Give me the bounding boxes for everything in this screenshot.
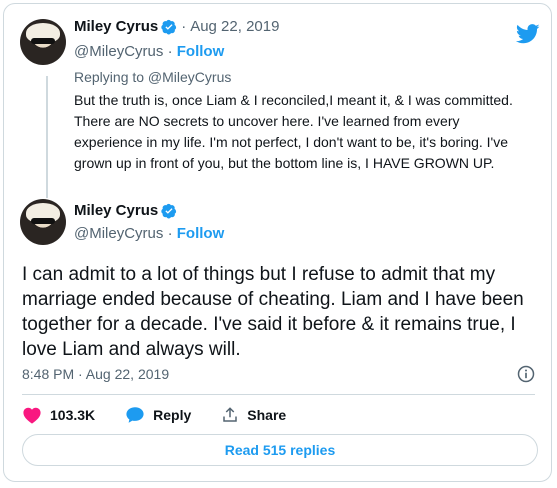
thread-connector-line (46, 76, 48, 198)
verified-badge-icon (161, 19, 177, 34)
share-icon (223, 407, 238, 422)
info-icon[interactable] (516, 364, 536, 384)
twitter-bird-icon[interactable] (516, 24, 540, 44)
parent-handle-row: @MileyCyrus · Follow (74, 43, 225, 60)
author-name[interactable]: Miley Cyrus (74, 18, 158, 35)
main-tweet-text: I can admit to a lot of things but I ref… (22, 264, 524, 360)
reply-button[interactable]: Reply (125, 406, 191, 424)
divider (22, 394, 535, 395)
follow-button[interactable]: Follow (177, 43, 225, 60)
author-handle[interactable]: @MileyCyrus (74, 43, 163, 60)
heart-icon (23, 407, 41, 424)
like-count: 103.3K (50, 407, 96, 423)
parent-author-row: Miley Cyrus · Aug 22, 2019 (74, 18, 280, 35)
replying-to-label: Replying to @MileyCyrus (74, 69, 232, 85)
author-handle[interactable]: @MileyCyrus (74, 225, 163, 242)
author-name[interactable]: Miley Cyrus (74, 202, 158, 219)
reply-label: Reply (153, 407, 192, 423)
action-bar: 103.3K Reply Share (22, 404, 316, 426)
read-replies-button[interactable]: Read 515 replies (22, 434, 538, 466)
tweet-timestamp[interactable]: 8:48 PM · Aug 22, 2019 (22, 366, 169, 382)
avatar[interactable] (20, 199, 66, 245)
main-handle-row: @MileyCyrus · Follow (74, 225, 225, 242)
share-label: Share (247, 407, 287, 423)
like-button[interactable]: 103.3K (22, 406, 95, 424)
parent-tweet-text: But the truth is, once Liam & I reconcil… (74, 92, 513, 171)
reply-bubble-icon (126, 407, 144, 423)
avatar[interactable] (20, 19, 66, 65)
verified-badge-icon (161, 203, 177, 218)
main-author-row: Miley Cyrus (74, 202, 177, 219)
follow-button[interactable]: Follow (177, 225, 225, 242)
share-button[interactable]: Share (221, 406, 286, 424)
tweet-date[interactable]: Aug 22, 2019 (190, 18, 279, 35)
tweet-embed-card: Miley Cyrus · Aug 22, 2019 @MileyCyrus ·… (3, 3, 552, 482)
